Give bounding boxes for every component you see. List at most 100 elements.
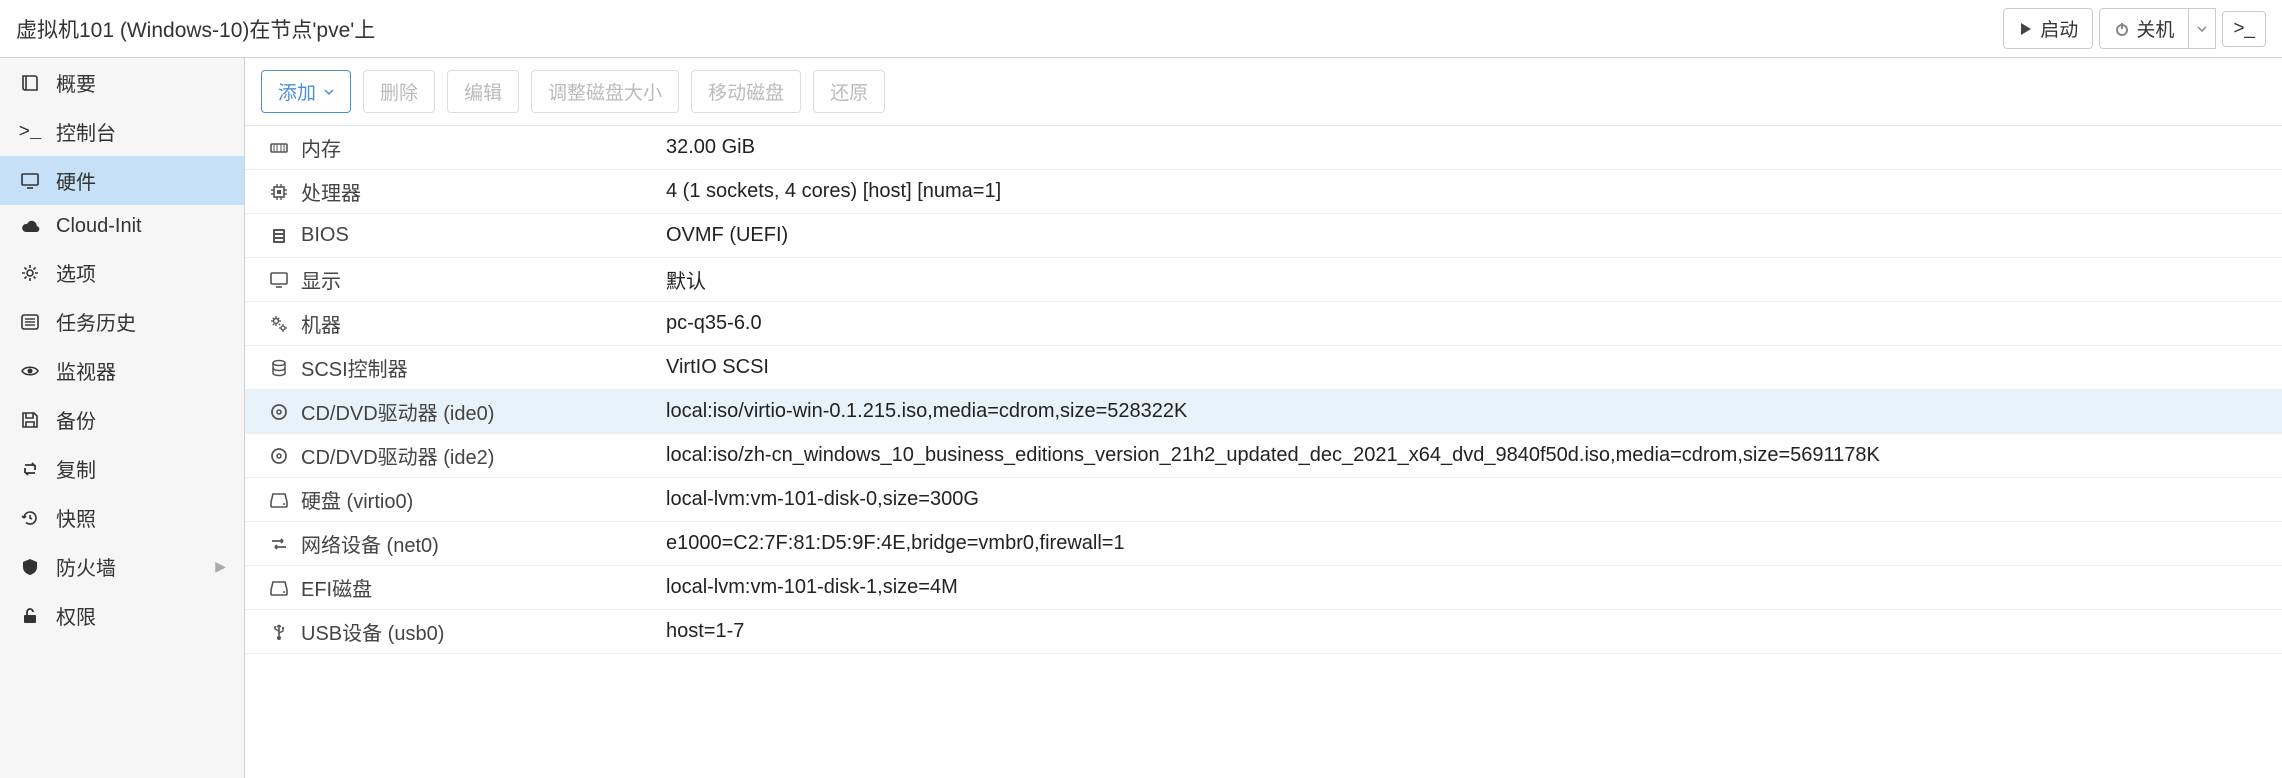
content-panel: 添加 删除 编辑 调整磁盘大小 移动磁盘 还原 内存32.00 GiB处理器4 … [245,58,2282,778]
usb-icon [257,622,301,642]
shield-icon [18,557,42,577]
hardware-row-name: EFI磁盘 [301,573,666,602]
sidebar-item-hardware[interactable]: 硬件 [0,156,244,205]
start-button[interactable]: 启动 [2003,8,2093,49]
edit-button-label: 编辑 [464,78,502,105]
display-icon [257,270,301,290]
sidebar-item-cloudinit[interactable]: Cloud-Init [0,205,244,248]
hardware-toolbar: 添加 删除 编辑 调整磁盘大小 移动磁盘 还原 [245,58,2282,126]
power-icon [2114,21,2130,37]
hardware-row[interactable]: USB设备 (usb0)host=1-7 [245,610,2282,654]
add-button-label: 添加 [278,78,316,105]
sidebar-item-monitor[interactable]: 监视器 [0,346,244,395]
main-layout: 概要 >_ 控制台 硬件 Cloud-Init 选项 [0,58,2282,778]
gears-icon [257,314,301,334]
sidebar-item-label: Cloud-Init [56,215,142,238]
shutdown-button[interactable]: 关机 [2099,8,2189,49]
hardware-row-value: VirtIO SCSI [666,356,2270,379]
page-header: 虚拟机101 (Windows-10)在节点'pve'上 启动 关机 >_ [0,0,2282,58]
sidebar-item-firewall[interactable]: 防火墙 ▶ [0,542,244,591]
sidebar-item-task-history[interactable]: 任务历史 [0,297,244,346]
db-icon [257,358,301,378]
history-icon [18,508,42,528]
play-icon [2018,21,2034,37]
hardware-row[interactable]: 网络设备 (net0)e1000=C2:7F:81:D5:9F:4E,bridg… [245,522,2282,566]
hardware-row-value: local-lvm:vm-101-disk-1,size=4M [666,576,2270,599]
hardware-row-value: local:iso/virtio-win-0.1.215.iso,media=c… [666,400,2270,423]
save-icon [18,410,42,430]
hardware-row-name: 内存 [301,133,666,162]
sidebar-item-label: 控制台 [56,117,116,146]
hardware-row-name: 网络设备 (net0) [301,529,666,558]
hardware-row[interactable]: 显示默认 [245,258,2282,302]
unlock-icon [18,606,42,626]
hardware-row-value: 4 (1 sockets, 4 cores) [host] [numa=1] [666,180,2270,203]
hardware-row-value: OVMF (UEFI) [666,224,2270,247]
sidebar-item-label: 任务历史 [56,307,136,336]
hardware-row[interactable]: EFI磁盘local-lvm:vm-101-disk-1,size=4M [245,566,2282,610]
hardware-row-value: pc-q35-6.0 [666,312,2270,335]
sidebar-item-summary[interactable]: 概要 [0,58,244,107]
disc-icon [257,402,301,422]
resize-disk-button-label: 调整磁盘大小 [548,78,662,105]
move-disk-button[interactable]: 移动磁盘 [691,70,801,113]
sidebar-item-label: 选项 [56,258,96,287]
sidebar-item-replication[interactable]: 复制 [0,444,244,493]
bios-icon [257,226,301,246]
revert-button-label: 还原 [830,78,868,105]
sidebar-item-label: 复制 [56,454,96,483]
retweet-icon [18,459,42,479]
remove-button-label: 删除 [380,78,418,105]
remove-button[interactable]: 删除 [363,70,435,113]
hardware-row[interactable]: BIOSOVMF (UEFI) [245,214,2282,258]
header-actions: 启动 关机 >_ [2003,8,2266,49]
terminal-icon: >_ [2233,18,2255,40]
resize-disk-button[interactable]: 调整磁盘大小 [531,70,679,113]
chevron-down-icon [324,89,334,95]
start-button-label: 启动 [2040,15,2078,42]
sidebar-item-console[interactable]: >_ 控制台 [0,107,244,156]
hardware-row-name: CD/DVD驱动器 (ide2) [301,441,666,470]
add-button[interactable]: 添加 [261,70,351,113]
hardware-row[interactable]: 处理器4 (1 sockets, 4 cores) [host] [numa=1… [245,170,2282,214]
hardware-row-value: local:iso/zh-cn_windows_10_business_edit… [666,444,2270,467]
sidebar-item-snapshots[interactable]: 快照 [0,493,244,542]
shutdown-split-button: 关机 [2099,8,2216,49]
monitor-icon [18,171,42,191]
cloud-icon [18,217,42,237]
sidebar-item-label: 概要 [56,68,96,97]
sidebar-item-label: 快照 [56,503,96,532]
move-disk-button-label: 移动磁盘 [708,78,784,105]
console-shortcut-button[interactable]: >_ [2222,11,2266,47]
gear-icon [18,263,42,283]
hardware-row-value: local-lvm:vm-101-disk-0,size=300G [666,488,2270,511]
hardware-row-name: USB设备 (usb0) [301,617,666,646]
page-title: 虚拟机101 (Windows-10)在节点'pve'上 [16,14,375,44]
hardware-row-value: host=1-7 [666,620,2270,643]
sidebar-item-label: 备份 [56,405,96,434]
sidebar-item-backup[interactable]: 备份 [0,395,244,444]
hardware-row[interactable]: 硬盘 (virtio0)local-lvm:vm-101-disk-0,size… [245,478,2282,522]
hardware-row-value: e1000=C2:7F:81:D5:9F:4E,bridge=vmbr0,fir… [666,532,2270,555]
sidebar-item-label: 防火墙 [56,552,116,581]
sidebar-item-options[interactable]: 选项 [0,248,244,297]
hardware-row[interactable]: SCSI控制器VirtIO SCSI [245,346,2282,390]
hardware-row-name: SCSI控制器 [301,353,666,382]
hardware-row-value: 默认 [666,265,2270,294]
revert-button[interactable]: 还原 [813,70,885,113]
hardware-row[interactable]: CD/DVD驱动器 (ide2)local:iso/zh-cn_windows_… [245,434,2282,478]
hardware-row-name: 硬盘 (virtio0) [301,485,666,514]
shutdown-caret[interactable] [2189,8,2216,49]
hardware-row-name: CD/DVD驱动器 (ide0) [301,397,666,426]
sidebar-item-permissions[interactable]: 权限 [0,591,244,640]
eye-icon [18,361,42,381]
hdd-icon [257,578,301,598]
hardware-row[interactable]: CD/DVD驱动器 (ide0)local:iso/virtio-win-0.1… [245,390,2282,434]
hdd-icon [257,490,301,510]
hardware-row[interactable]: 机器pc-q35-6.0 [245,302,2282,346]
hardware-row[interactable]: 内存32.00 GiB [245,126,2282,170]
hardware-row-name: 处理器 [301,177,666,206]
edit-button[interactable]: 编辑 [447,70,519,113]
disc-icon [257,446,301,466]
hardware-row-name: 显示 [301,265,666,294]
